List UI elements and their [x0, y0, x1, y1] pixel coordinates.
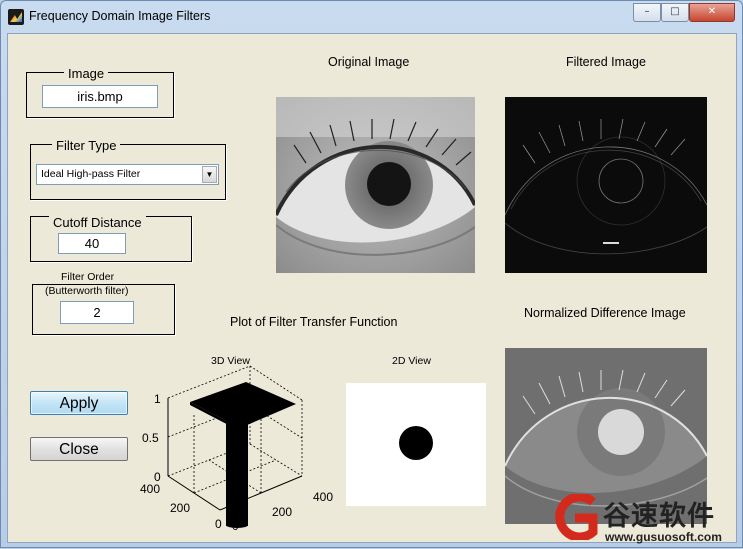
2d-transfer-plot	[346, 383, 486, 506]
title-bar[interactable]: Frequency Domain Image Filters – □ ✕	[1, 1, 742, 33]
filtered-image	[505, 97, 707, 273]
watermark-text: 谷速软件	[603, 501, 715, 532]
filter-type-select[interactable]: Ideal High-pass Filter ▼	[36, 164, 219, 185]
chevron-down-icon[interactable]: ▼	[202, 166, 217, 183]
image-filename-field[interactable]: iris.bmp	[42, 85, 158, 108]
filter-order-subtitle: (Butterworth filter)	[42, 285, 132, 297]
filter-order-field[interactable]: 2	[60, 301, 134, 324]
cutoff-group-title: Cutoff Distance	[49, 215, 146, 230]
y-tick-0: 0	[232, 519, 239, 533]
filter-type-group-title: Filter Type	[52, 138, 121, 153]
original-image-title: Original Image	[328, 55, 410, 69]
y-tick-400: 400	[313, 490, 334, 504]
watermark-url: www.gusuosoft.com	[605, 530, 722, 544]
close-window-button[interactable]: ✕	[689, 3, 735, 22]
3d-transfer-plot	[167, 365, 303, 528]
difference-image-title: Normalized Difference Image	[524, 306, 686, 320]
filtered-image-title: Filtered Image	[566, 55, 646, 69]
x-tick-0: 0	[215, 517, 222, 531]
z-tick-05: 0.5	[142, 431, 159, 445]
figure-client-area: Image iris.bmp Filter Type Ideal High-pa…	[7, 33, 737, 543]
original-image	[276, 97, 475, 273]
x-tick-200: 200	[170, 501, 191, 515]
original-eye-graphic	[276, 97, 475, 273]
z-tick-1: 1	[154, 392, 161, 406]
close-button[interactable]: Close	[30, 437, 128, 461]
filtered-edge-graphic	[505, 97, 707, 273]
2d-view-title: 2D View	[392, 355, 431, 367]
matlab-icon	[8, 9, 24, 25]
gusuosoft-logo-icon	[555, 494, 598, 540]
maximize-button[interactable]: □	[661, 3, 689, 22]
apply-button[interactable]: Apply	[30, 391, 128, 415]
app-window: Frequency Domain Image Filters – □ ✕ Ima…	[0, 0, 743, 548]
filter-order-title: Filter Order	[58, 271, 118, 283]
filter-type-selected: Ideal High-pass Filter	[41, 168, 141, 180]
cutoff-distance-field[interactable]: 40	[58, 233, 126, 254]
y-tick-200: 200	[272, 505, 293, 519]
minimize-button[interactable]: –	[633, 3, 661, 22]
x-tick-400: 400	[140, 482, 161, 496]
window-title: Frequency Domain Image Filters	[29, 9, 211, 23]
image-group-title: Image	[64, 66, 109, 81]
plot-title: Plot of Filter Transfer Function	[230, 315, 398, 329]
2d-filter-disk	[399, 426, 433, 460]
watermark: 谷速软件 www.gusuosoft.com	[549, 494, 743, 549]
